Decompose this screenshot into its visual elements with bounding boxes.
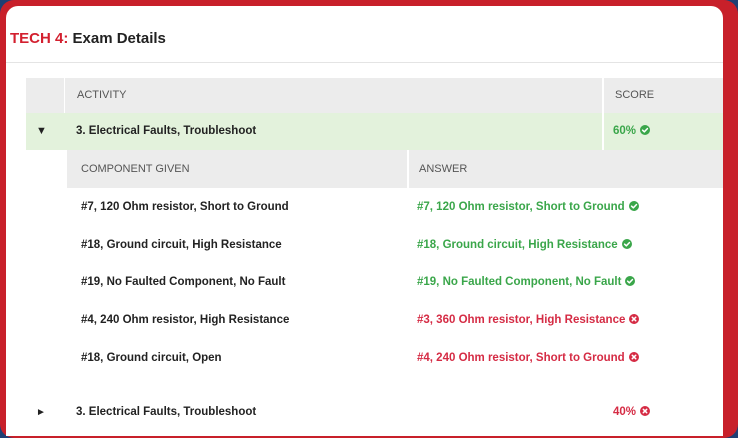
x-circle-icon [629,314,640,324]
component-given: #7, 120 Ohm resistor, Short to Ground [81,201,289,213]
component-given: #18, Ground circuit, High Resistance [81,239,282,251]
activity-name: 3. Electrical Faults, Troubleshoot [76,125,257,137]
page-title-prefix: TECH 4: [10,30,69,47]
x-circle-icon [628,352,639,362]
component-given: #19, No Faulted Component, No Fault [81,276,286,288]
answer: #18, Ground circuit, High Resistance [417,226,632,264]
component-given: #18, Ground circuit, Open [81,352,222,364]
answer-text: #4, 240 Ohm resistor, Short to Ground [417,352,625,364]
header-component-given: COMPONENT GIVEN [81,163,190,175]
component-given: #4, 240 Ohm resistor, High Resistance [81,314,290,326]
detail-row: #18, Ground circuit, High Resistance #18… [67,226,723,264]
title-divider [6,62,723,63]
answer-text: #3, 360 Ohm resistor, High Resistance [417,314,626,326]
exam-details-panel: TECH 4: Exam Details ACTIVITY SCORE ▼ 3.… [6,6,723,436]
activity-row-expanded[interactable]: ▼ 3. Electrical Faults, Troubleshoot 60% [26,113,723,150]
collapse-arrow-icon[interactable]: ▼ [36,113,47,150]
activity-score-value: 40% [613,406,637,418]
check-circle-icon [640,125,651,135]
check-circle-icon [628,201,639,211]
detail-row: #19, No Faulted Component, No Fault #19,… [67,263,723,301]
page-title: TECH 4: Exam Details [10,30,166,47]
header-score: SCORE [602,78,723,113]
answer-text: #18, Ground circuit, High Resistance [417,239,618,251]
detail-row: #7, 120 Ohm resistor, Short to Ground #7… [67,188,723,226]
detail-row: #18, Ground circuit, Open #4, 240 Ohm re… [67,339,723,377]
activity-name: 3. Electrical Faults, Troubleshoot [76,406,257,418]
activity-score: 40% [613,389,651,436]
activity-table-header: ACTIVITY SCORE [26,78,723,113]
answer: #7, 120 Ohm resistor, Short to Ground [417,188,639,226]
check-circle-icon [621,239,632,249]
detail-table-header: COMPONENT GIVEN ANSWER [67,150,723,188]
answer: #3, 360 Ohm resistor, High Resistance [417,301,640,339]
x-circle-icon [640,406,651,416]
header-answer: ANSWER [407,150,723,188]
answer: #4, 240 Ohm resistor, Short to Ground [417,339,639,377]
detail-row: #4, 240 Ohm resistor, High Resistance #3… [67,301,723,339]
header-activity: ACTIVITY [64,78,601,113]
page-title-text: Exam Details [72,30,166,47]
answer-text: #7, 120 Ohm resistor, Short to Ground [417,201,625,213]
activity-score-value: 60% [613,125,637,137]
answer: #19, No Faulted Component, No Fault [417,263,636,301]
expand-arrow-icon[interactable]: ► [36,389,46,436]
activity-row-collapsed[interactable]: ► 3. Electrical Faults, Troubleshoot 40% [26,389,723,436]
answer-text: #19, No Faulted Component, No Fault [417,276,622,288]
check-circle-icon [625,276,636,286]
header-toggle-cell [26,78,63,113]
column-separator [602,113,604,150]
activity-score: 60% [613,113,651,150]
